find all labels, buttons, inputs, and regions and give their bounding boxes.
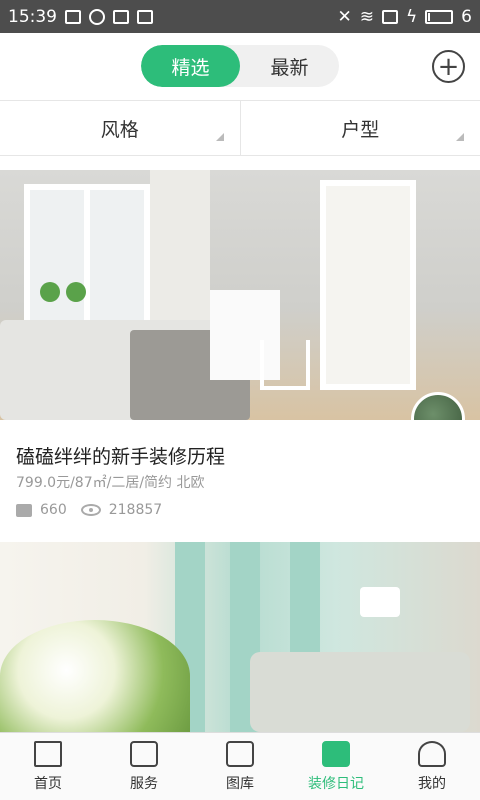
status-bar: 15:39 ✕ ≋ ϟ 6 xyxy=(0,0,480,33)
view-count: 218857 xyxy=(108,502,163,518)
flowers-decor xyxy=(0,620,190,732)
status-time: 15:39 xyxy=(8,6,57,27)
bottom-tab-bar: 首页 服务 图库 装修日记 我的 xyxy=(0,732,480,800)
feed-segmented-control: 精选 最新 xyxy=(141,45,339,87)
mute-icon: ✕ xyxy=(337,6,352,27)
battery-level: 6 xyxy=(461,6,472,27)
chair-decor xyxy=(260,340,310,390)
diary-cover-photo[interactable] xyxy=(0,170,480,420)
tab-service[interactable]: 服务 xyxy=(96,733,192,800)
layout-filter[interactable]: 户型 xyxy=(239,101,480,155)
gallery-icon xyxy=(226,741,254,767)
dropdown-corner-icon xyxy=(456,133,464,141)
comment-count: 660 xyxy=(40,502,67,518)
shield-notification-icon xyxy=(113,9,129,24)
top-header: 精选 最新 + xyxy=(0,33,480,100)
dropdown-corner-icon xyxy=(215,133,224,141)
diary-card[interactable]: 磕磕绊绊的新手装修历程 799.0元/87㎡/二居/简约 北欧 660 2188… xyxy=(0,420,480,530)
comment-icon xyxy=(16,503,32,517)
battery-icon xyxy=(425,9,454,24)
tab-latest[interactable]: 最新 xyxy=(240,45,339,87)
plant-decor xyxy=(66,282,86,302)
lamp-decor xyxy=(360,587,400,617)
add-button[interactable]: + xyxy=(432,50,465,83)
layout-filter-label: 户型 xyxy=(341,118,380,141)
upload-notification-icon xyxy=(137,9,153,24)
toolbox-icon xyxy=(130,741,158,767)
tab-diary-label: 装修日记 xyxy=(308,776,364,792)
tab-mine[interactable]: 我的 xyxy=(384,733,480,800)
style-filter-label: 风格 xyxy=(100,118,139,141)
tab-selected[interactable]: 精选 xyxy=(141,45,240,87)
gallery-notification-icon xyxy=(65,9,81,24)
tab-diary[interactable]: 装修日记 xyxy=(288,733,384,800)
person-icon xyxy=(418,741,446,767)
diary-cover-photo-2[interactable] xyxy=(0,542,480,732)
plus-circle-icon: + xyxy=(437,51,460,82)
diary-subtitle: 799.0元/87㎡/二居/简约 北欧 xyxy=(16,475,205,491)
sofa-decor xyxy=(250,652,470,732)
wifi-icon: ≋ xyxy=(359,6,374,27)
home-icon xyxy=(34,741,62,767)
style-filter[interactable]: 风格 xyxy=(0,101,240,155)
diary-title: 磕磕绊绊的新手装修历程 xyxy=(16,446,226,468)
view-stat: 218857 xyxy=(80,502,163,518)
comment-stat: 660 xyxy=(16,502,67,518)
tab-gallery[interactable]: 图库 xyxy=(192,733,288,800)
doorway-decor xyxy=(320,180,416,390)
window-decor xyxy=(24,184,150,334)
tab-gallery-label: 图库 xyxy=(226,776,254,792)
tab-home[interactable]: 首页 xyxy=(0,733,96,800)
tab-service-label: 服务 xyxy=(130,776,158,792)
charging-icon: ϟ xyxy=(405,6,418,27)
diary-stats: 660 218857 xyxy=(16,502,162,518)
eye-icon xyxy=(80,504,101,516)
diary-icon xyxy=(322,741,350,767)
filter-bar: 风格 户型 xyxy=(0,100,480,156)
rotation-icon xyxy=(381,9,398,24)
plant-decor xyxy=(40,282,60,302)
check-notification-icon xyxy=(89,8,105,25)
tab-home-label: 首页 xyxy=(34,776,62,792)
tab-mine-label: 我的 xyxy=(418,776,446,792)
